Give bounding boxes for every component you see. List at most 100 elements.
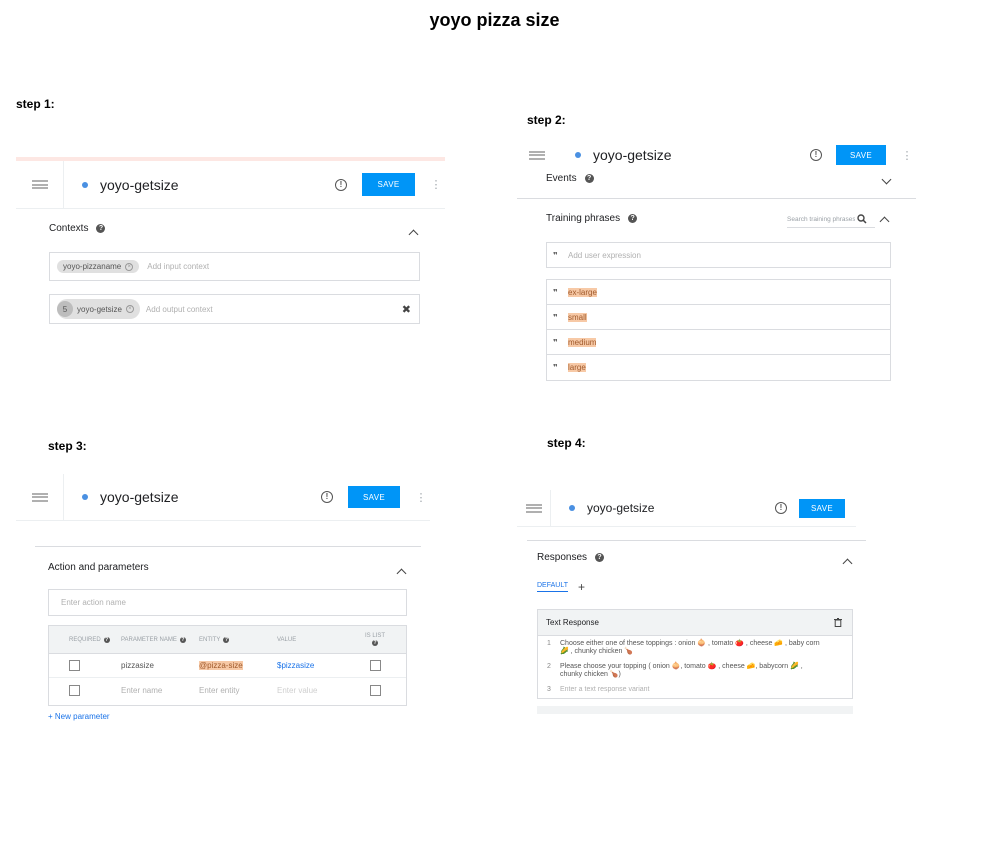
remove-chip-icon[interactable]: × [125,262,134,271]
param-name-input[interactable]: Enter name [121,686,199,695]
response-line[interactable]: 3 Enter a text response variant [538,683,852,696]
col-required: REQUIRED? [49,636,121,643]
col-value-label: VALUE [277,636,297,643]
table-header: REQUIRED? PARAMETER NAME? ENTITY? VALUE … [49,626,406,654]
entity-value[interactable]: @pizza-size [199,661,243,670]
help-icon[interactable]: ? [595,553,605,562]
col-is-list-label: IS LIST [364,633,385,639]
new-parameter-link[interactable]: + New parameter [48,712,110,721]
warning-icon[interactable]: ! [321,491,333,503]
text-response-header: Text Response [538,610,852,636]
is-list-checkbox[interactable] [369,660,381,671]
responses-heading: Responses ? [537,552,605,563]
list-item[interactable]: ❞ ex-large [547,280,890,305]
col-entity-label: ENTITY [199,636,221,643]
chevron-up-icon[interactable] [842,558,853,569]
remove-chip-icon[interactable]: × [125,305,134,313]
input-context-chip[interactable]: yoyo-pizzaname × [57,260,140,273]
response-text[interactable]: Choose either one of these toppings : on… [560,640,820,657]
add-tab-button[interactable]: + [578,580,585,594]
phrase-text[interactable]: ex-large [568,287,597,297]
action-parameters-heading: Action and parameters [48,562,149,573]
list-item[interactable]: ❞ medium [547,330,890,355]
save-button[interactable]: SAVE [362,173,415,196]
required-checkbox[interactable] [69,660,80,671]
col-param-name: PARAMETER NAME? [121,636,199,643]
save-button[interactable]: SAVE [348,486,400,508]
list-item[interactable]: ❞ large [547,355,890,380]
search-training-phrases[interactable]: Search training phrases [787,211,875,228]
intent-name[interactable]: yoyo-getsize [593,147,810,163]
output-context-chip-label: yoyo-getsize [77,304,122,314]
intent-name[interactable]: yoyo-getsize [100,177,335,193]
phrase-text[interactable]: small [568,312,587,322]
menu-icon[interactable] [16,474,64,520]
chevron-up-icon[interactable] [396,568,407,579]
response-variant-placeholder[interactable]: Enter a text response variant [560,686,650,693]
more-options-icon[interactable]: ⋮ [412,491,430,504]
save-button[interactable]: SAVE [799,498,845,518]
param-name-cell[interactable]: pizzasize [121,661,199,670]
more-options-icon[interactable]: ⋮ [898,149,916,162]
chevron-up-icon[interactable] [879,216,890,227]
next-response-card [537,706,853,714]
line-number: 2 [547,662,551,670]
lifespan-badge[interactable]: 5 [57,301,73,317]
intent-name[interactable]: yoyo-getsize [587,501,775,515]
response-text[interactable]: Please choose your topping ( onion 🧅, to… [560,663,820,680]
output-context-field[interactable]: 5 yoyo-getsize × Add output context ✖ [49,294,420,324]
delete-icon[interactable] [834,618,842,627]
phrase-text[interactable]: large [568,363,586,372]
output-context-chip[interactable]: 5 yoyo-getsize × [57,299,140,319]
action-name-input[interactable]: Enter action name [48,589,407,616]
chevron-up-icon[interactable] [408,229,419,240]
search-input[interactable]: Search training phrases [787,216,855,223]
step-4-label: step 4: [547,436,586,450]
required-cell [49,684,121,696]
quote-icon: ❞ [553,312,558,322]
clear-icon[interactable]: ✖ [402,303,411,316]
add-expression-field[interactable]: ❞ Add user expression [546,242,891,268]
is-list-checkbox[interactable] [369,684,381,696]
contexts-heading: Contexts ? [49,223,106,234]
warning-icon[interactable]: ! [775,502,787,514]
help-icon[interactable]: ? [584,174,594,183]
line-number: 3 [547,685,551,693]
events-section[interactable]: Events ? [517,173,916,199]
list-item[interactable]: ❞ small [547,305,890,330]
entity-cell[interactable]: @pizza-size [199,661,277,670]
value-input[interactable]: Enter value [277,686,355,695]
warning-icon[interactable]: ! [335,178,347,191]
help-icon[interactable]: ? [103,636,110,643]
help-icon[interactable]: ? [223,636,230,643]
responses-label: Responses [537,552,588,563]
menu-icon[interactable] [517,490,551,526]
warning-icon[interactable]: ! [810,149,822,161]
response-line[interactable]: 2 Please choose your topping ( onion 🧅, t… [538,660,852,683]
events-heading: Events ? [546,173,594,184]
help-icon[interactable]: ? [179,636,186,643]
chevron-down-icon[interactable] [881,174,892,185]
status-dot [82,494,88,500]
search-icon[interactable] [857,214,867,224]
entity-input[interactable]: Enter entity [199,686,277,695]
tab-default[interactable]: DEFAULT [537,582,568,592]
response-line[interactable]: 1 Choose either one of these toppings : o… [538,636,852,660]
input-context-field[interactable]: yoyo-pizzaname × Add input context [49,252,420,281]
required-cell [49,660,121,671]
input-context-chip-label: yoyo-pizzaname [63,262,122,271]
phrase-text[interactable]: medium [568,337,597,347]
more-options-icon[interactable]: ⋮ [427,178,445,191]
intent-name[interactable]: yoyo-getsize [100,489,321,505]
value-cell[interactable]: $pizzasize [277,661,355,670]
help-icon[interactable]: ? [372,640,378,646]
menu-icon[interactable] [517,137,557,173]
help-icon[interactable]: ? [96,224,106,233]
quote-icon: ❞ [553,363,558,372]
required-checkbox[interactable] [69,684,80,696]
save-button[interactable]: SAVE [836,145,886,165]
help-icon[interactable]: ? [628,214,638,223]
menu-icon[interactable] [16,161,64,208]
col-is-list: IS LIST? [355,633,395,646]
step-3-label: step 3: [48,439,87,453]
